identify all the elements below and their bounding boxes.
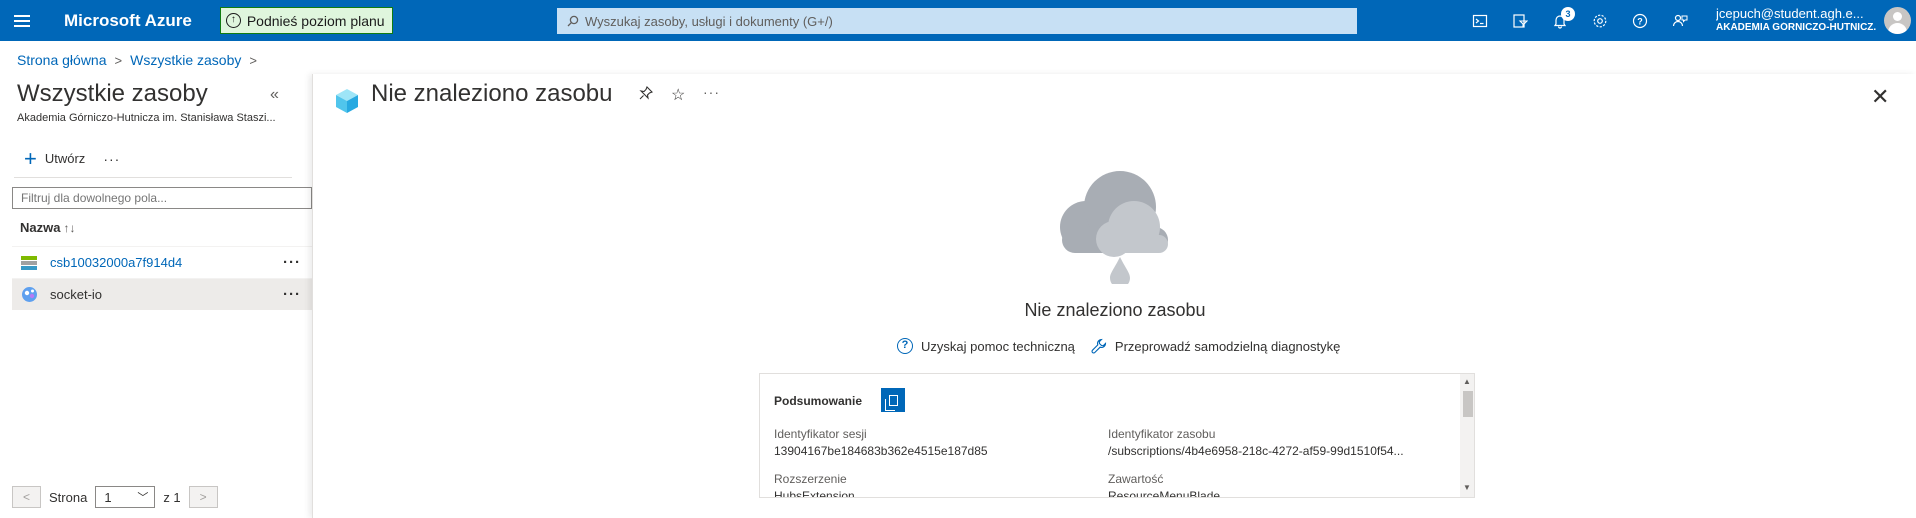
create-label: Utwórz (44, 151, 86, 166)
plus-icon: + (24, 145, 37, 171)
scrollbar-thumb[interactable] (1463, 391, 1473, 417)
filter-input[interactable] (12, 187, 312, 209)
summary-title: Podsumowanie (774, 394, 863, 408)
directory-filter-icon[interactable] (1500, 0, 1540, 41)
command-bar: + Utwórz ··· (14, 140, 292, 178)
arrow-up-circle-icon: ↑ (225, 13, 241, 28)
table-row[interactable]: csb10032000a7f914d4 ··· (12, 246, 312, 278)
row-more-icon[interactable]: ··· (272, 254, 312, 271)
resource-name-link[interactable]: csb10032000a7f914d4 (50, 255, 272, 270)
resource-id-field: Identyfikator zasobu /subscriptions/4b4e… (1108, 427, 1438, 458)
all-resources-blade: Wszystkie zasoby « Akademia Górniczo-Hut… (0, 74, 312, 518)
brand-title[interactable]: Microsoft Azure (64, 11, 192, 31)
sort-icon[interactable]: ↑↓ (63, 221, 75, 235)
content-field: Zawartość ResourceMenuBlade (1108, 472, 1221, 498)
avatar[interactable] (1884, 7, 1911, 34)
cloud-shell-icon[interactable] (1460, 0, 1500, 41)
chevron-right-icon: > (114, 52, 123, 68)
scroll-down-icon[interactable]: ▼ (1463, 483, 1471, 492)
extension-value: HubsExtension (774, 489, 855, 498)
not-found-message: Nie znaleziono zasobu (1024, 300, 1206, 320)
upgrade-button[interactable]: ↑ Podnieś poziom planu (219, 7, 393, 34)
table-row[interactable]: socket-io ··· (12, 278, 312, 310)
help-links: ? Uzyskaj pomoc techniczną Przeprowadź s… (897, 338, 1356, 354)
session-id-label: Identyfikator sesji (774, 427, 867, 441)
create-button[interactable]: + Utwórz (24, 145, 86, 171)
close-icon[interactable]: ✕ (1871, 84, 1889, 110)
feedback-icon[interactable] (1660, 0, 1700, 41)
get-support-label: Uzyskaj pomoc techniczną (921, 338, 1075, 354)
pagination: < Strona 1 ﹀ z 1 > (12, 486, 218, 508)
pin-icon[interactable] (639, 86, 653, 104)
breadcrumb-home-link[interactable]: Strona główna (17, 52, 107, 68)
blade-title: Nie znaleziono zasobu (371, 80, 613, 107)
self-diagnose-link[interactable]: Przeprowadź samodzielną diagnostykę (1091, 338, 1340, 354)
notifications-badge: 3 (1561, 7, 1575, 21)
notifications-icon[interactable]: 3 (1540, 0, 1580, 41)
blade-subtitle: Akademia Górniczo-Hutnicza im. Stanisław… (17, 112, 276, 124)
resource-not-found-blade: Nie znaleziono zasobu ☆ ··· ✕ Nie znalez… (312, 74, 1916, 518)
session-id-field: Identyfikator sesji 13904167be184683b362… (774, 427, 988, 458)
row-more-icon[interactable]: ··· (272, 286, 312, 303)
more-options-icon[interactable]: ··· (703, 84, 720, 100)
search-icon (567, 15, 579, 27)
collapse-blade-icon[interactable]: « (270, 86, 279, 104)
copy-icon[interactable] (881, 388, 905, 412)
page-select[interactable]: 1 ﹀ (95, 486, 156, 508)
account-email: jcepuch@student.agh.e... (1716, 6, 1864, 21)
next-page-button[interactable]: > (188, 486, 218, 508)
self-diagnose-label: Przeprowadź samodzielną diagnostykę (1114, 338, 1341, 354)
summary-panel: Podsumowanie Identyfikator sesji 1390416… (759, 373, 1475, 498)
settings-gear-icon[interactable] (1580, 0, 1620, 41)
resource-id-label: Identyfikator zasobu (1108, 427, 1216, 441)
cloud-rain-icon (1060, 171, 1168, 284)
extension-label: Rozszerzenie (774, 472, 847, 486)
content-value: ResourceMenuBlade (1108, 489, 1221, 498)
extension-field: Rozszerzenie HubsExtension (774, 472, 855, 498)
resource-cube-icon (336, 89, 358, 113)
scroll-up-icon[interactable]: ▲ (1463, 377, 1471, 386)
column-header-name[interactable]: Nazwa ↑↓ (20, 220, 75, 235)
page-select-value: 1 (104, 489, 112, 505)
portal-menu-icon[interactable] (0, 0, 44, 41)
chevron-down-icon: ﹀ (137, 492, 149, 504)
web-pubsub-icon (20, 286, 38, 304)
page-total-label: z 1 (163, 489, 181, 505)
resource-name-link[interactable]: socket-io (50, 287, 272, 302)
favorite-star-icon[interactable]: ☆ (671, 85, 685, 105)
session-id-value: 13904167be184683b362e4515e187d85 (774, 444, 988, 458)
search-placeholder: Wyszukaj zasoby, usługi i dokumenty (G+/… (585, 13, 833, 29)
storage-account-icon (20, 254, 38, 272)
more-options-icon[interactable]: ··· (103, 151, 120, 167)
blade-title: Wszystkie zasoby (17, 80, 208, 107)
column-header-label: Nazwa (20, 220, 61, 235)
top-bar: Microsoft Azure ↑ Podnieś poziom planu W… (0, 0, 1916, 41)
resource-id-value: /subscriptions/4b4e6958-218c-4272-af59-9… (1108, 444, 1404, 458)
account-organization: AKADEMIA GÓRNICZO-HUTNICZ... (1716, 22, 1876, 33)
global-search-input[interactable]: Wyszukaj zasoby, usługi i dokumenty (G+/… (557, 8, 1357, 34)
breadcrumb-all-resources-link[interactable]: Wszystkie zasoby (130, 52, 241, 68)
wrench-icon (1091, 338, 1106, 354)
chevron-right-icon: > (249, 52, 257, 68)
content-label: Zawartość (1108, 472, 1164, 486)
previous-page-button[interactable]: < (12, 486, 41, 508)
svg-text:?: ? (1637, 16, 1643, 26)
question-circle-icon: ? (897, 338, 913, 354)
get-support-link[interactable]: ? Uzyskaj pomoc techniczną (897, 338, 1075, 354)
page-label: Strona (49, 489, 88, 505)
upgrade-label: Podnieś poziom planu (246, 12, 385, 29)
breadcrumb: Strona główna > Wszystkie zasoby > (17, 52, 257, 68)
summary-scrollbar[interactable]: ▲ ▼ (1460, 374, 1474, 497)
account-menu[interactable]: jcepuch@student.agh.e... AKADEMIA GÓRNIC… (1716, 6, 1876, 33)
help-icon[interactable]: ? (1620, 0, 1660, 41)
